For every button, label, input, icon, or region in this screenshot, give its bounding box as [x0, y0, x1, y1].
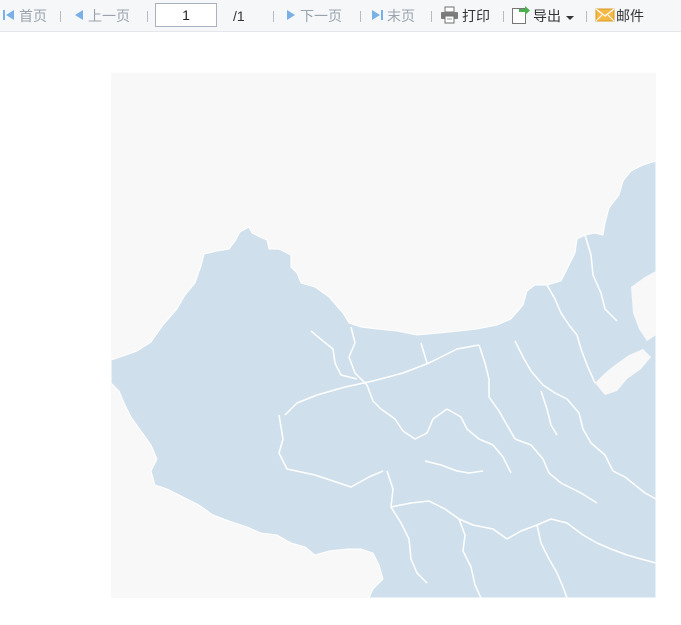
map-landmass: [111, 160, 656, 598]
last-page-icon: [370, 8, 384, 25]
print-button[interactable]: 打印: [440, 0, 490, 32]
page-total: /1: [233, 8, 245, 24]
print-label: 打印: [462, 8, 490, 24]
chevron-down-icon[interactable]: [566, 8, 574, 24]
envelope-icon: [595, 7, 615, 26]
prev-page-label: 上一页: [88, 8, 130, 24]
toolbar-divider: [360, 11, 361, 22]
next-page-label: 下一页: [300, 8, 342, 24]
prev-page-button[interactable]: 上一页: [73, 0, 130, 32]
export-icon: [511, 5, 530, 28]
toolbar-divider: [60, 11, 61, 22]
first-page-button[interactable]: 首页: [2, 0, 47, 32]
printer-icon: [440, 6, 459, 27]
next-page-button[interactable]: 下一页: [285, 0, 342, 32]
export-button[interactable]: 导出: [511, 0, 577, 32]
toolbar-divider: [147, 11, 148, 22]
report-toolbar: 首页 上一页 /1 下一页 末页 打印: [0, 0, 681, 32]
export-label: 导出: [533, 8, 561, 24]
toolbar-divider: [273, 11, 274, 22]
mail-label: 邮件: [616, 8, 644, 24]
toolbar-divider: [586, 11, 587, 22]
report-canvas: [111, 73, 656, 598]
last-page-label: 末页: [387, 8, 415, 24]
toolbar-divider: [503, 11, 504, 22]
next-page-icon: [285, 8, 297, 25]
first-page-label: 首页: [19, 8, 47, 24]
page-number-input[interactable]: [155, 3, 217, 27]
mail-button[interactable]: 邮件: [595, 0, 644, 32]
last-page-button[interactable]: 末页: [370, 0, 415, 32]
first-page-icon: [2, 8, 16, 25]
toolbar-divider: [431, 11, 432, 22]
china-map[interactable]: [111, 73, 656, 598]
prev-page-icon: [73, 8, 85, 25]
